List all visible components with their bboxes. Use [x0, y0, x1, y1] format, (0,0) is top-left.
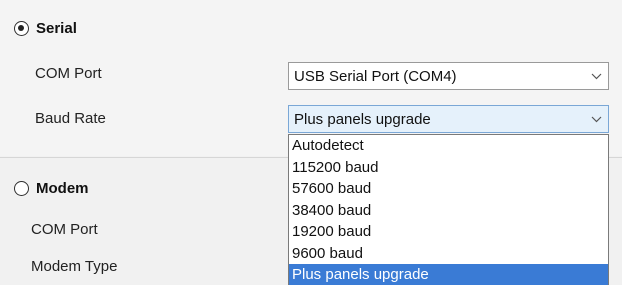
modem-com-port-label: COM Port — [31, 221, 98, 238]
dropdown-option-9600[interactable]: 9600 baud — [289, 243, 608, 265]
dropdown-option-plus-panels-upgrade[interactable]: Plus panels upgrade — [289, 264, 608, 285]
serial-baud-rate-label: Baud Rate — [35, 110, 106, 127]
chevron-down-icon[interactable] — [584, 106, 608, 132]
chevron-down-icon[interactable] — [584, 63, 608, 89]
modem-radio-option[interactable]: Modem — [14, 180, 89, 197]
serial-baud-rate-combobox[interactable]: Plus panels upgrade — [288, 105, 609, 133]
serial-section: Serial COM Port USB Serial Port (COM4) B… — [0, 0, 622, 156]
modem-radio-button[interactable] — [14, 181, 29, 196]
serial-com-port-label: COM Port — [35, 65, 102, 82]
dropdown-option-autodetect[interactable]: Autodetect — [289, 135, 608, 157]
serial-radio-label: Serial — [36, 20, 77, 37]
serial-radio-option[interactable]: Serial — [14, 20, 77, 37]
serial-com-port-value: USB Serial Port (COM4) — [294, 67, 457, 85]
modem-radio-label: Modem — [36, 180, 89, 197]
dropdown-option-57600[interactable]: 57600 baud — [289, 178, 608, 200]
modem-type-label: Modem Type — [31, 258, 118, 275]
serial-com-port-combobox[interactable]: USB Serial Port (COM4) — [288, 62, 609, 90]
connection-settings-panel: Serial COM Port USB Serial Port (COM4) B… — [0, 0, 622, 285]
serial-radio-button[interactable] — [14, 21, 29, 36]
dropdown-option-19200[interactable]: 19200 baud — [289, 221, 608, 243]
serial-baud-rate-value: Plus panels upgrade — [294, 110, 431, 128]
baud-rate-dropdown-list[interactable]: Autodetect 115200 baud 57600 baud 38400 … — [288, 134, 609, 285]
dropdown-option-115200[interactable]: 115200 baud — [289, 157, 608, 179]
dropdown-option-38400[interactable]: 38400 baud — [289, 200, 608, 222]
